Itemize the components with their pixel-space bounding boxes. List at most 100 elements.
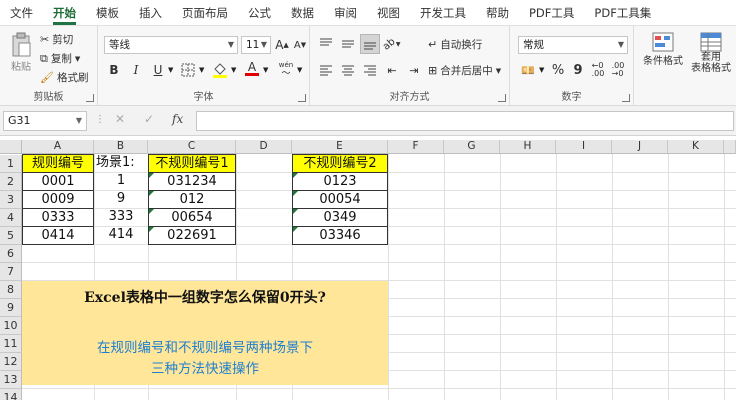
align-right-button[interactable]	[360, 60, 380, 80]
cell-c1[interactable]: 不规则编号1	[148, 154, 236, 173]
tab-insert[interactable]: 插入	[129, 0, 172, 26]
tab-developer[interactable]: 开发工具	[410, 0, 476, 26]
accounting-format-button[interactable]: 💴	[518, 60, 538, 80]
align-bottom-button[interactable]	[360, 34, 380, 54]
cell-a3[interactable]: 0009	[22, 190, 94, 209]
tab-view[interactable]: 视图	[367, 0, 410, 26]
row-header-6[interactable]: 6	[0, 245, 22, 263]
bold-button[interactable]: B	[104, 60, 124, 80]
format-painter-button[interactable]: 🖌 格式刷	[40, 70, 88, 85]
chevron-down-icon[interactable]: ▼	[199, 66, 204, 74]
merge-center-button[interactable]: ⊞ 合并后居中 ▼	[428, 63, 501, 78]
cell-c5[interactable]: 022691	[148, 226, 236, 245]
increase-decimal-button[interactable]: ←0.00	[588, 60, 608, 80]
tab-page-layout[interactable]: 页面布局	[172, 0, 238, 26]
row-header-9[interactable]: 9	[0, 299, 22, 317]
column-header-f[interactable]: F	[388, 140, 444, 154]
column-header-e[interactable]: E	[292, 140, 388, 154]
phonetic-button[interactable]: wén 〜	[276, 60, 296, 80]
font-color-button[interactable]: A	[242, 58, 262, 78]
cell-c4[interactable]: 00654	[148, 208, 236, 227]
cell-e5[interactable]: 03346	[292, 226, 388, 245]
cell-b3[interactable]: 9	[94, 190, 148, 208]
tab-pdf-toolset[interactable]: PDF工具集	[584, 0, 661, 26]
cancel-icon[interactable]: ✕	[115, 112, 125, 126]
align-middle-button[interactable]	[338, 34, 358, 54]
copy-button[interactable]: ⧉ 复制 ▼	[40, 51, 80, 66]
font-size-select[interactable]: 11 ▼	[241, 36, 271, 54]
borders-button[interactable]	[178, 60, 198, 80]
column-header-h[interactable]: H	[500, 140, 556, 154]
tab-file[interactable]: 文件	[0, 0, 43, 26]
decrease-indent-button[interactable]: ⇤	[382, 60, 402, 80]
column-header-a[interactable]: A	[22, 140, 94, 154]
tab-home[interactable]: 开始	[43, 0, 86, 26]
row-header-11[interactable]: 11	[0, 335, 22, 353]
cell-e4[interactable]: 0349	[292, 208, 388, 227]
cell-b1[interactable]: 场景1:	[94, 154, 148, 172]
column-header-d[interactable]: D	[236, 140, 292, 154]
name-box[interactable]: G31 ▼	[3, 111, 87, 131]
grow-font-button[interactable]: A ▲	[272, 35, 292, 55]
paste-button[interactable]: 粘贴	[8, 32, 34, 73]
number-format-select[interactable]: 常规 ▼	[518, 36, 628, 54]
chevron-down-icon[interactable]: ▼	[263, 66, 268, 74]
shrink-font-button[interactable]: A ▼	[290, 35, 310, 55]
align-center-button[interactable]	[338, 60, 358, 80]
cell-e1[interactable]: 不规则编号2	[292, 154, 388, 173]
cell-c3[interactable]: 012	[148, 190, 236, 209]
percent-style-button[interactable]: %	[548, 60, 568, 80]
tab-help[interactable]: 帮助	[476, 0, 519, 26]
number-launcher-icon[interactable]	[622, 94, 630, 102]
column-header-i[interactable]: I	[556, 140, 612, 154]
increase-indent-button[interactable]: ⇥	[404, 60, 424, 80]
instruction-note-box[interactable]: Excel表格中一组数字怎么保留0开头? 在规则编号和不规则编号两种场景下 三种…	[22, 281, 388, 385]
row-header-12[interactable]: 12	[0, 353, 22, 371]
column-header-l[interactable]	[724, 140, 736, 154]
cell-b5[interactable]: 414	[94, 226, 148, 244]
tab-template[interactable]: 模板	[86, 0, 129, 26]
chevron-down-icon[interactable]: ▼	[539, 66, 544, 74]
align-top-button[interactable]	[316, 34, 336, 54]
column-header-g[interactable]: G	[444, 140, 500, 154]
cell-a5[interactable]: 0414	[22, 226, 94, 245]
row-header-4[interactable]: 4	[0, 209, 22, 227]
cell-a4[interactable]: 0333	[22, 208, 94, 227]
row-header-5[interactable]: 5	[0, 227, 22, 245]
row-header-3[interactable]: 3	[0, 191, 22, 209]
enter-icon[interactable]: ✓	[144, 112, 154, 126]
clipboard-launcher-icon[interactable]	[86, 94, 94, 102]
row-header-10[interactable]: 10	[0, 317, 22, 335]
underline-button[interactable]: U	[148, 60, 168, 80]
alignment-launcher-icon[interactable]	[498, 94, 506, 102]
column-header-c[interactable]: C	[148, 140, 236, 154]
cut-button[interactable]: ✂ 剪切	[40, 32, 73, 47]
font-name-select[interactable]: 等线 ▼	[104, 36, 238, 54]
wrap-text-button[interactable]: ↵ 自动换行	[428, 37, 482, 52]
chevron-down-icon[interactable]: ▼	[168, 66, 173, 74]
italic-button[interactable]: I	[126, 60, 146, 80]
tab-data[interactable]: 数据	[281, 0, 324, 26]
align-left-button[interactable]	[316, 60, 336, 80]
row-header-2[interactable]: 2	[0, 173, 22, 191]
decrease-decimal-button[interactable]: .00 →0	[608, 60, 628, 80]
cell-e2[interactable]: 0123	[292, 172, 388, 191]
row-header-8[interactable]: 8	[0, 281, 22, 299]
chevron-down-icon[interactable]: ▼	[231, 66, 236, 74]
formula-input[interactable]	[196, 111, 734, 131]
orientation-button[interactable]: ab ▼	[381, 34, 402, 54]
cell-e3[interactable]: 00054	[292, 190, 388, 209]
cell-b4[interactable]: 333	[94, 208, 148, 226]
select-all-corner[interactable]	[0, 140, 22, 154]
conditional-formatting-button[interactable]: 条件格式	[640, 32, 686, 67]
comma-style-button[interactable]: 9	[568, 60, 588, 80]
fill-color-button[interactable]	[210, 60, 230, 80]
formula-bar-grip-icon[interactable]: ⋮	[95, 114, 105, 125]
row-header-1[interactable]: 1	[0, 155, 22, 173]
cell-a2[interactable]: 0001	[22, 172, 94, 191]
insert-function-icon[interactable]: fx	[172, 112, 183, 126]
chevron-down-icon[interactable]: ▼	[297, 66, 302, 74]
row-header-13[interactable]: 13	[0, 371, 22, 389]
cell-a1[interactable]: 规则编号	[22, 154, 94, 173]
row-header-14[interactable]: 14	[0, 389, 22, 400]
